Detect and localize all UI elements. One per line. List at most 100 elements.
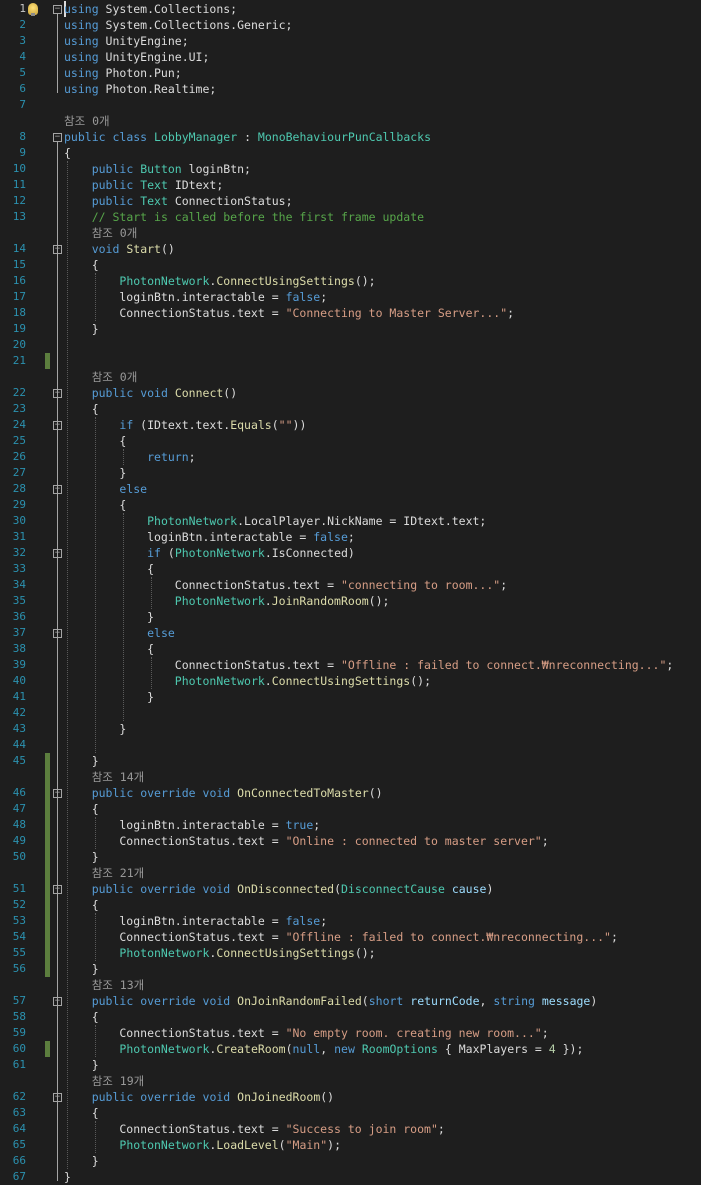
code-line[interactable]: 19 } [0,321,701,337]
code-text[interactable]: using System.Collections.Generic; [64,17,293,33]
code-text[interactable]: public override void OnDisconnected(Disc… [64,881,494,897]
code-line[interactable]: 29 { [0,497,701,513]
code-text[interactable]: ConnectionStatus.text = "Online : connec… [64,833,548,849]
code-line[interactable]: 34 ConnectionStatus.text = "connecting t… [0,577,701,593]
code-text[interactable]: public class LobbyManager : MonoBehaviou… [64,129,431,145]
reference-count-lens[interactable]: 참조 0개 [64,225,138,241]
code-text[interactable]: } [64,849,99,865]
code-line[interactable]: 12 public Text ConnectionStatus; [0,193,701,209]
code-text[interactable]: { [64,561,154,577]
code-text[interactable]: { [64,1105,99,1121]
code-line[interactable]: 42 [0,705,701,721]
code-line[interactable]: 8 public class LobbyManager : MonoBehavio… [0,129,701,145]
code-text[interactable]: PhotonNetwork.LoadLevel("Main"); [64,1137,341,1153]
code-text[interactable]: ConnectionStatus.text = "Success to join… [64,1121,444,1137]
code-text[interactable]: ConnectionStatus.text = "No empty room. … [64,1025,548,1041]
codelens-row[interactable]: 참조 21개 [0,865,701,881]
code-line[interactable]: 10 public Button loginBtn; [0,161,701,177]
code-line[interactable]: 65 PhotonNetwork.LoadLevel("Main"); [0,1137,701,1153]
code-text[interactable]: public Text IDtext; [64,177,224,193]
code-line[interactable]: 20 [0,337,701,353]
codelens-row[interactable]: 참조 19개 [0,1073,701,1089]
code-text[interactable]: PhotonNetwork.ConnectUsingSettings(); [64,673,431,689]
code-line[interactable]: 16 PhotonNetwork.ConnectUsingSettings(); [0,273,701,289]
code-line[interactable]: 23 { [0,401,701,417]
code-text[interactable]: if (PhotonNetwork.IsConnected) [64,545,355,561]
code-text[interactable]: ConnectionStatus.text = "connecting to r… [64,577,507,593]
code-line[interactable]: 58 { [0,1009,701,1025]
code-text[interactable]: if (IDtext.text.Equals("")) [64,417,306,433]
codelens-row[interactable]: 참조 14개 [0,769,701,785]
code-line[interactable]: 45 } [0,753,701,769]
code-text[interactable]: else [64,481,147,497]
code-line[interactable]: 27 } [0,465,701,481]
code-line[interactable]: 3 using UnityEngine; [0,33,701,49]
code-line[interactable]: 57 public override void OnJoinRandomFail… [0,993,701,1009]
code-text[interactable]: ConnectionStatus.text = "Connecting to M… [64,305,514,321]
code-line[interactable]: 6 using Photon.Realtime; [0,81,701,97]
code-text[interactable]: ConnectionStatus.text = "Offline : faile… [64,929,618,945]
code-text[interactable]: { [64,401,99,417]
code-line[interactable]: 18 ConnectionStatus.text = "Connecting t… [0,305,701,321]
code-line[interactable]: 55 PhotonNetwork.ConnectUsingSettings(); [0,945,701,961]
code-line[interactable]: 43 } [0,721,701,737]
code-line[interactable]: 35 PhotonNetwork.JoinRandomRoom(); [0,593,701,609]
code-text[interactable]: } [64,321,99,337]
code-line[interactable]: 2 using System.Collections.Generic; [0,17,701,33]
code-line[interactable]: 62 public override void OnJoinedRoom() [0,1089,701,1105]
code-line[interactable]: 25 { [0,433,701,449]
code-text[interactable]: return; [64,449,195,465]
lightbulb-icon[interactable] [28,3,38,16]
code-line[interactable]: 37 else [0,625,701,641]
code-line[interactable]: 47 { [0,801,701,817]
code-line[interactable]: 54 ConnectionStatus.text = "Offline : fa… [0,929,701,945]
code-text[interactable]: PhotonNetwork.ConnectUsingSettings(); [64,273,375,289]
reference-count-lens[interactable]: 참조 0개 [64,113,110,129]
code-line[interactable]: 30 PhotonNetwork.LocalPlayer.NickName = … [0,513,701,529]
code-text[interactable]: using Photon.Pun; [64,65,182,81]
code-line[interactable]: 14 void Start() [0,241,701,257]
code-line[interactable]: 61 } [0,1057,701,1073]
code-line[interactable]: 7 [0,97,701,113]
code-line[interactable]: 4 using UnityEngine.UI; [0,49,701,65]
code-text[interactable]: loginBtn.interactable = false; [64,529,355,545]
code-text[interactable]: } [64,753,99,769]
code-text[interactable]: PhotonNetwork.LocalPlayer.NickName = IDt… [64,513,486,529]
code-text[interactable]: public Button loginBtn; [64,161,251,177]
code-text[interactable]: loginBtn.interactable = true; [64,817,320,833]
code-line[interactable]: 63 { [0,1105,701,1121]
code-line[interactable]: 9{ [0,145,701,161]
code-text[interactable]: // Start is called before the first fram… [64,209,424,225]
codelens-row[interactable]: 참조 0개 [0,113,701,129]
code-text[interactable]: using UnityEngine.UI; [64,49,209,65]
code-line[interactable]: 53 loginBtn.interactable = false; [0,913,701,929]
code-text[interactable]: using Photon.Realtime; [64,81,216,97]
code-line[interactable]: 13 // Start is called before the first f… [0,209,701,225]
code-line[interactable]: 31 loginBtn.interactable = false; [0,529,701,545]
code-line[interactable]: 49 ConnectionStatus.text = "Online : con… [0,833,701,849]
reference-count-lens[interactable]: 참조 19개 [64,1073,145,1089]
reference-count-lens[interactable]: 참조 21개 [64,865,145,881]
code-text[interactable]: } [64,961,99,977]
code-line[interactable]: 24 if (IDtext.text.Equals("")) [0,417,701,433]
code-line[interactable]: 52 { [0,897,701,913]
code-text[interactable]: else [64,625,175,641]
code-text[interactable]: public override void OnJoinRandomFailed(… [64,993,598,1009]
code-line[interactable]: 39 ConnectionStatus.text = "Offline : fa… [0,657,701,673]
code-line[interactable]: 28 else [0,481,701,497]
codelens-row[interactable]: 참조 0개 [0,225,701,241]
reference-count-lens[interactable]: 참조 14개 [64,769,145,785]
code-line[interactable]: 66 } [0,1153,701,1169]
reference-count-lens[interactable]: 참조 13개 [64,977,145,993]
code-text[interactable]: public void Connect() [64,385,237,401]
code-text[interactable]: { [64,641,154,657]
code-line[interactable]: 1 using System.Collections; [0,1,701,17]
code-text[interactable]: PhotonNetwork.JoinRandomRoom(); [64,593,390,609]
code-line[interactable]: 36 } [0,609,701,625]
code-text[interactable]: ConnectionStatus.text = "Offline : faile… [64,657,674,673]
code-line[interactable]: 64 ConnectionStatus.text = "Success to j… [0,1121,701,1137]
code-text[interactable]: { [64,1009,99,1025]
code-text[interactable]: { [64,257,99,273]
code-line[interactable]: 46 public override void OnConnectedToMas… [0,785,701,801]
code-line[interactable]: 11 public Text IDtext; [0,177,701,193]
